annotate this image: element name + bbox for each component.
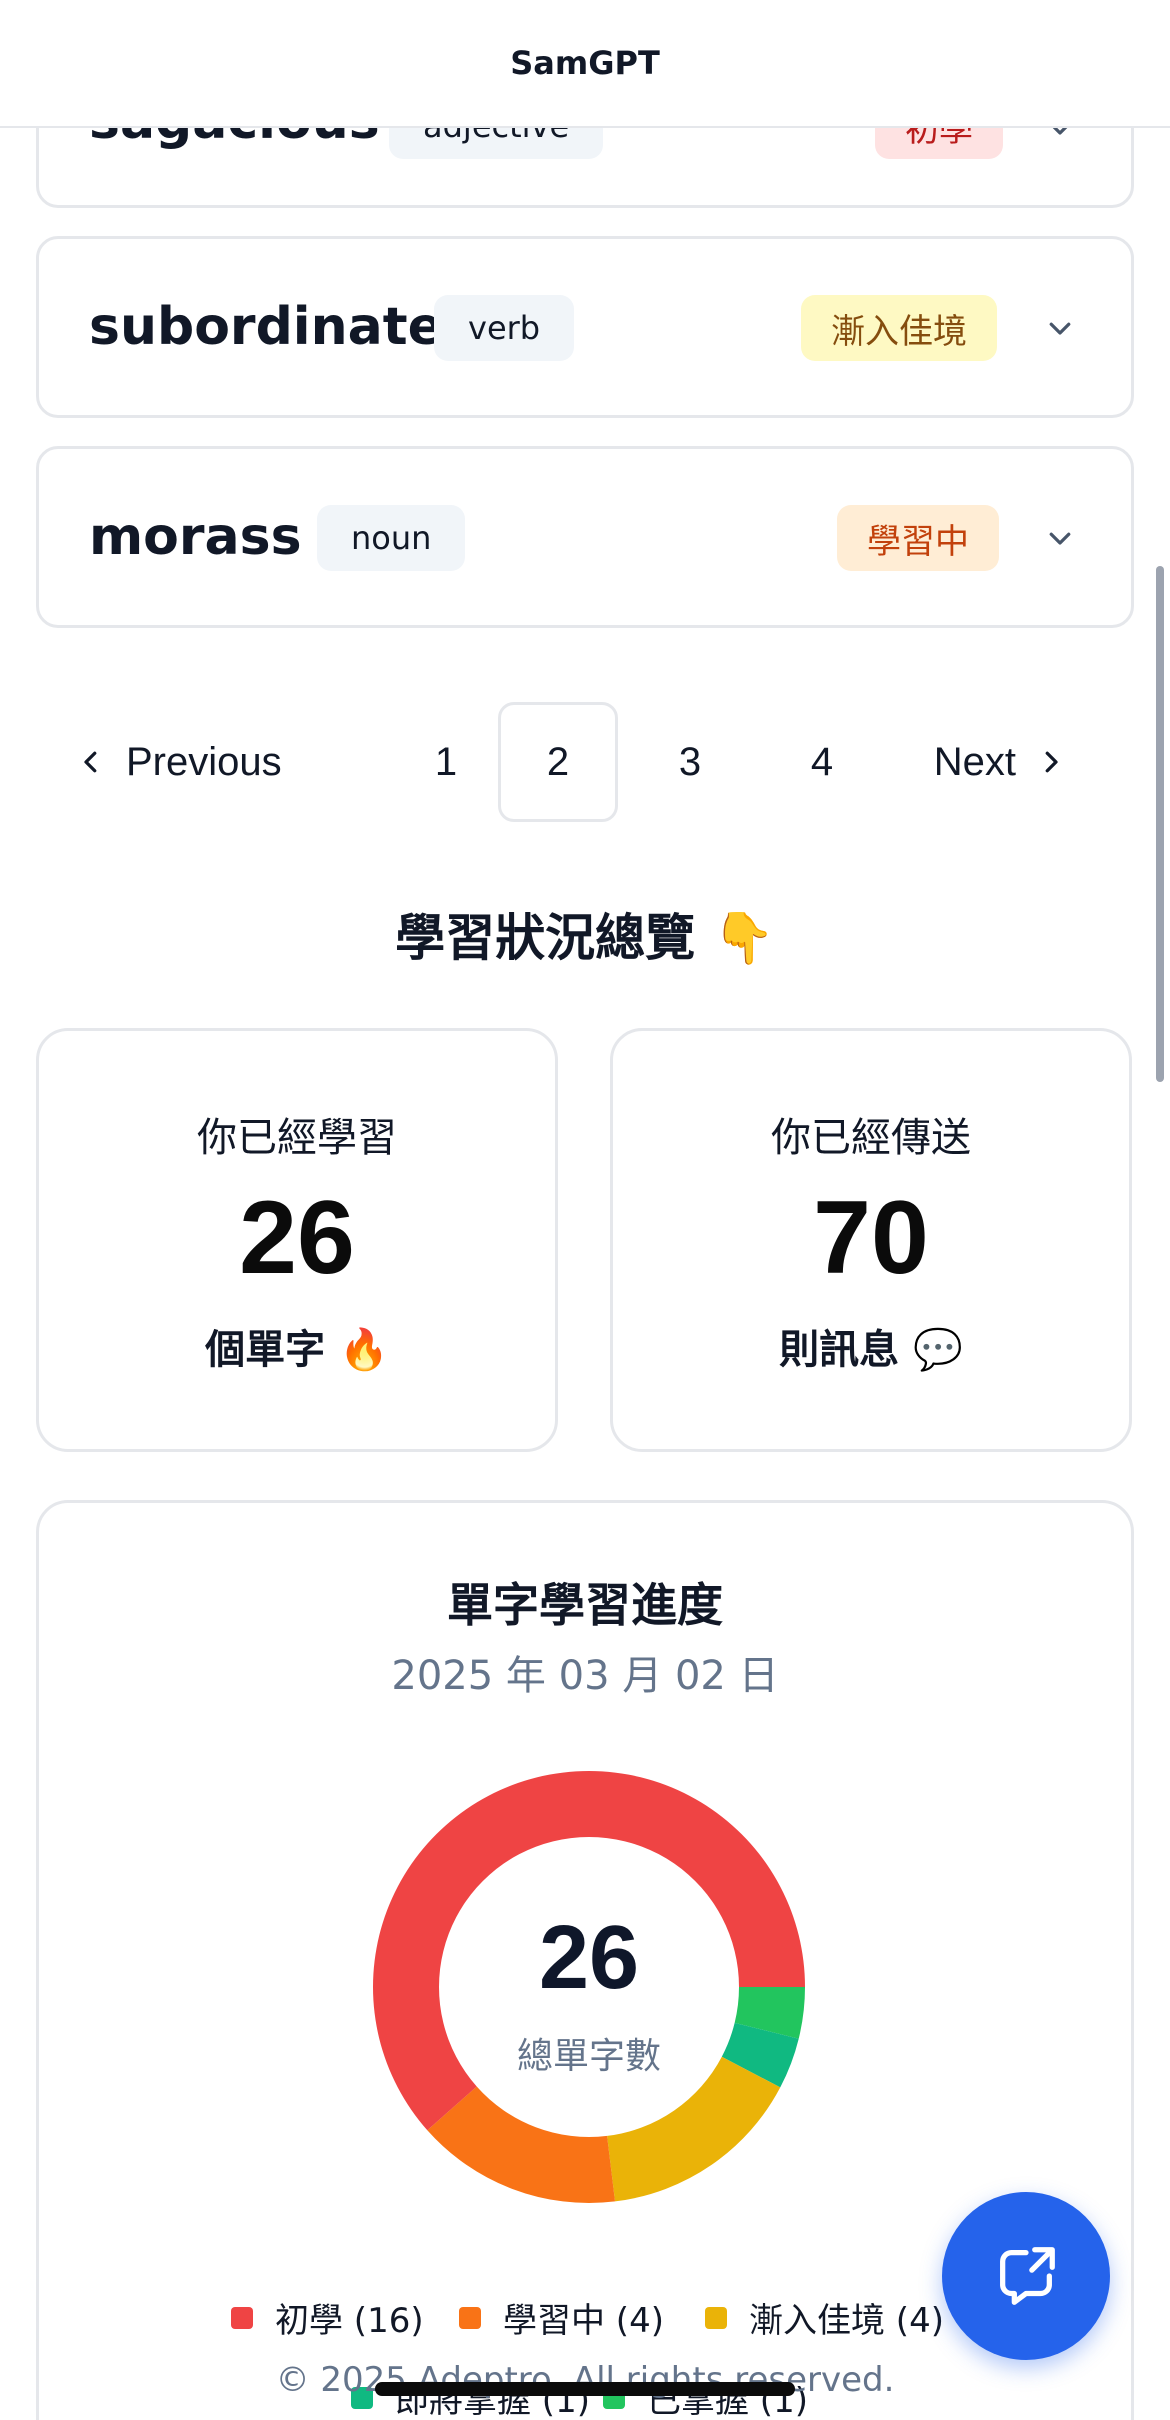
top-bar: SamGPT bbox=[0, 0, 1170, 128]
part-of-speech-badge: noun bbox=[317, 505, 466, 571]
home-indicator bbox=[375, 2382, 795, 2396]
part-of-speech-badge: verb bbox=[434, 295, 575, 361]
stat-unit: 個單字 🔥 bbox=[205, 1327, 389, 1373]
legend-item[interactable]: 漸入佳境 (4) bbox=[705, 2293, 944, 2342]
scrollbar[interactable] bbox=[1156, 566, 1164, 1082]
legend-item[interactable]: 初學 (16) bbox=[231, 2293, 424, 2342]
chat-fab-button[interactable] bbox=[942, 2192, 1110, 2360]
page-number: 4 bbox=[810, 739, 834, 784]
status-badge: 漸入佳境 bbox=[801, 295, 997, 361]
total-words-label: 總單字數 bbox=[516, 2036, 661, 2077]
legend-swatch bbox=[705, 2306, 727, 2329]
page-number: 1 bbox=[434, 739, 458, 784]
stat-label: 你已經學習 bbox=[197, 1115, 397, 1161]
pagination: Previous 1 2 3 4 Next bbox=[36, 702, 1134, 822]
chart-title: 單字學習進度 bbox=[447, 1578, 723, 1632]
word-card[interactable]: subordinate verb 漸入佳境 bbox=[36, 236, 1134, 418]
stat-value: 26 bbox=[239, 1180, 355, 1296]
previous-label: Previous bbox=[126, 739, 282, 784]
legend-swatch bbox=[231, 2306, 253, 2329]
chevron-down-icon[interactable] bbox=[1045, 313, 1075, 343]
stat-unit: 則訊息 💬 bbox=[779, 1327, 963, 1373]
legend-item[interactable]: 學習中 (4) bbox=[459, 2293, 664, 2342]
external-chat-icon bbox=[1000, 2247, 1055, 2305]
words-learned-card: 你已經學習 26 個單字 🔥 bbox=[36, 1028, 558, 1452]
page-2-button[interactable]: 2 bbox=[498, 702, 618, 822]
next-button[interactable]: Next bbox=[906, 702, 1106, 822]
word-card[interactable]: morass noun 學習中 bbox=[36, 446, 1134, 628]
legend-label: 初學 (16) bbox=[275, 2301, 424, 2341]
chevron-down-icon[interactable] bbox=[1045, 523, 1075, 553]
total-words-value: 26 bbox=[538, 1908, 640, 2008]
legend-label: 學習中 (4) bbox=[503, 2301, 664, 2341]
app-title: SamGPT bbox=[510, 44, 660, 82]
page-number: 2 bbox=[546, 739, 570, 784]
status-badge: 學習中 bbox=[837, 505, 999, 571]
chevron-right-icon bbox=[1045, 751, 1058, 773]
previous-button[interactable]: Previous bbox=[76, 702, 316, 822]
word-text: morass bbox=[89, 507, 302, 567]
chart-date: 2025 年 03 月 02 日 bbox=[391, 1653, 779, 1699]
page-1-button[interactable]: 1 bbox=[386, 702, 506, 822]
messages-sent-card: 你已經傳送 70 則訊息 💬 bbox=[610, 1028, 1132, 1452]
overview-title: 學習狀況總覽 👇 bbox=[395, 909, 775, 967]
page-number: 3 bbox=[678, 739, 702, 784]
legend-label: 漸入佳境 (4) bbox=[749, 2301, 944, 2341]
stat-value: 70 bbox=[813, 1180, 929, 1296]
word-text: subordinate bbox=[89, 297, 443, 357]
page-3-button[interactable]: 3 bbox=[630, 702, 750, 822]
legend-swatch bbox=[459, 2306, 481, 2329]
next-label: Next bbox=[933, 739, 1016, 784]
stat-label: 你已經傳送 bbox=[771, 1115, 971, 1161]
chevron-left-icon bbox=[84, 751, 97, 773]
page-4-button[interactable]: 4 bbox=[762, 702, 882, 822]
